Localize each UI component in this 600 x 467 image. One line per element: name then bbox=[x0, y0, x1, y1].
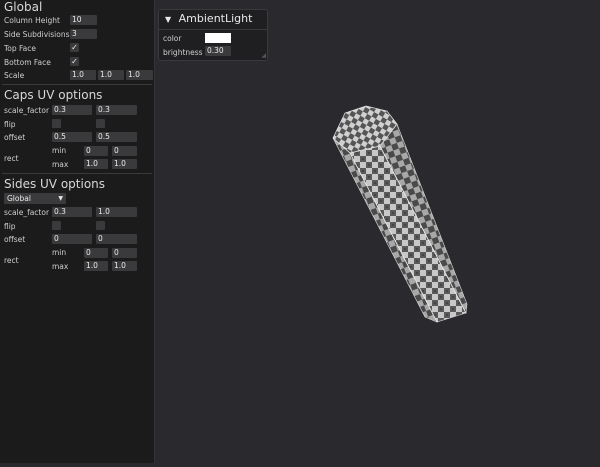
caps-min-u-input[interactable]: 0 bbox=[84, 146, 108, 156]
column-height-label: Column Height bbox=[4, 16, 60, 25]
sides-scale-factor-label: scale_factor bbox=[4, 208, 50, 217]
sides-offset-v-input[interactable]: 0 bbox=[96, 234, 137, 244]
sides-mode-select[interactable]: Global ▼ bbox=[4, 193, 66, 204]
divider bbox=[2, 173, 152, 174]
ambient-light-header[interactable]: ▼ AmbientLight bbox=[165, 12, 252, 25]
chevron-down-icon: ▼ bbox=[58, 195, 63, 202]
column-height-input[interactable]: 10 bbox=[70, 15, 97, 25]
bottom-face-checkbox[interactable]: ✓ bbox=[70, 57, 79, 66]
caps-max-label: max bbox=[52, 160, 69, 169]
top-face-checkbox[interactable]: ✓ bbox=[70, 43, 79, 52]
scale-label: Scale bbox=[4, 71, 25, 80]
sides-max-u-input[interactable]: 1.0 bbox=[84, 261, 108, 271]
sides-scale-factor-u-input[interactable]: 0.3 bbox=[52, 207, 92, 217]
sides-section-title: Sides UV options bbox=[4, 177, 106, 191]
caps-scale-factor-v-input[interactable]: 0.3 bbox=[96, 105, 137, 115]
caps-scale-factor-label: scale_factor bbox=[4, 106, 50, 115]
caps-rect-label: rect bbox=[4, 154, 19, 163]
caps-offset-v-input[interactable]: 0.5 bbox=[96, 132, 137, 142]
caps-max-u-input[interactable]: 1.0 bbox=[84, 159, 108, 169]
divider bbox=[159, 29, 267, 30]
sidebar-controls: Global Column Height 10 Side Subdivision… bbox=[0, 0, 155, 463]
sides-flip-u-checkbox[interactable] bbox=[52, 221, 61, 230]
global-section-title: Global bbox=[4, 0, 43, 14]
sides-min-v-input[interactable]: 0 bbox=[112, 248, 137, 258]
scale-z-input[interactable]: 1.0 bbox=[126, 70, 153, 80]
side-subdivisions-label: Side Subdivisions bbox=[4, 30, 70, 39]
sides-flip-v-checkbox[interactable] bbox=[96, 221, 105, 230]
sides-mode-value: Global bbox=[7, 194, 31, 203]
caps-offset-u-input[interactable]: 0.5 bbox=[52, 132, 92, 142]
sides-flip-label: flip bbox=[4, 222, 16, 231]
caps-section-title: Caps UV options bbox=[4, 88, 103, 102]
caps-flip-u-checkbox[interactable] bbox=[52, 119, 61, 128]
sides-offset-label: offset bbox=[4, 235, 26, 244]
scale-y-input[interactable]: 1.0 bbox=[98, 70, 124, 80]
scale-x-input[interactable]: 1.0 bbox=[70, 70, 96, 80]
caps-offset-label: offset bbox=[4, 133, 26, 142]
caps-min-label: min bbox=[52, 146, 67, 155]
sides-max-v-input[interactable]: 1.0 bbox=[112, 261, 137, 271]
resize-handle-icon[interactable]: ◢ bbox=[261, 52, 266, 59]
side-subdivisions-input[interactable]: 3 bbox=[70, 29, 97, 39]
ambient-light-panel: ▼ AmbientLight color brightness 0.30 ◢ bbox=[158, 9, 268, 61]
sides-max-label: max bbox=[52, 262, 69, 271]
sides-min-label: min bbox=[52, 248, 67, 257]
top-face-label: Top Face bbox=[4, 44, 36, 53]
caps-flip-v-checkbox[interactable] bbox=[96, 119, 105, 128]
brightness-label: brightness bbox=[163, 48, 203, 57]
sides-rect-label: rect bbox=[4, 256, 19, 265]
bottom-face-label: Bottom Face bbox=[4, 58, 51, 67]
caps-scale-factor-u-input[interactable]: 0.3 bbox=[52, 105, 92, 115]
divider bbox=[2, 84, 152, 85]
caps-max-v-input[interactable]: 1.0 bbox=[112, 159, 137, 169]
caps-min-v-input[interactable]: 0 bbox=[112, 146, 137, 156]
collapse-triangle-icon: ▼ bbox=[165, 15, 172, 24]
sides-offset-u-input[interactable]: 0 bbox=[52, 234, 92, 244]
sides-scale-factor-v-input[interactable]: 1.0 bbox=[96, 207, 137, 217]
caps-flip-label: flip bbox=[4, 120, 16, 129]
ambient-light-title: AmbientLight bbox=[178, 12, 253, 25]
brightness-input[interactable]: 0.30 bbox=[205, 46, 231, 56]
color-label: color bbox=[163, 34, 182, 43]
sides-min-u-input[interactable]: 0 bbox=[84, 248, 108, 258]
color-swatch[interactable] bbox=[205, 33, 231, 43]
